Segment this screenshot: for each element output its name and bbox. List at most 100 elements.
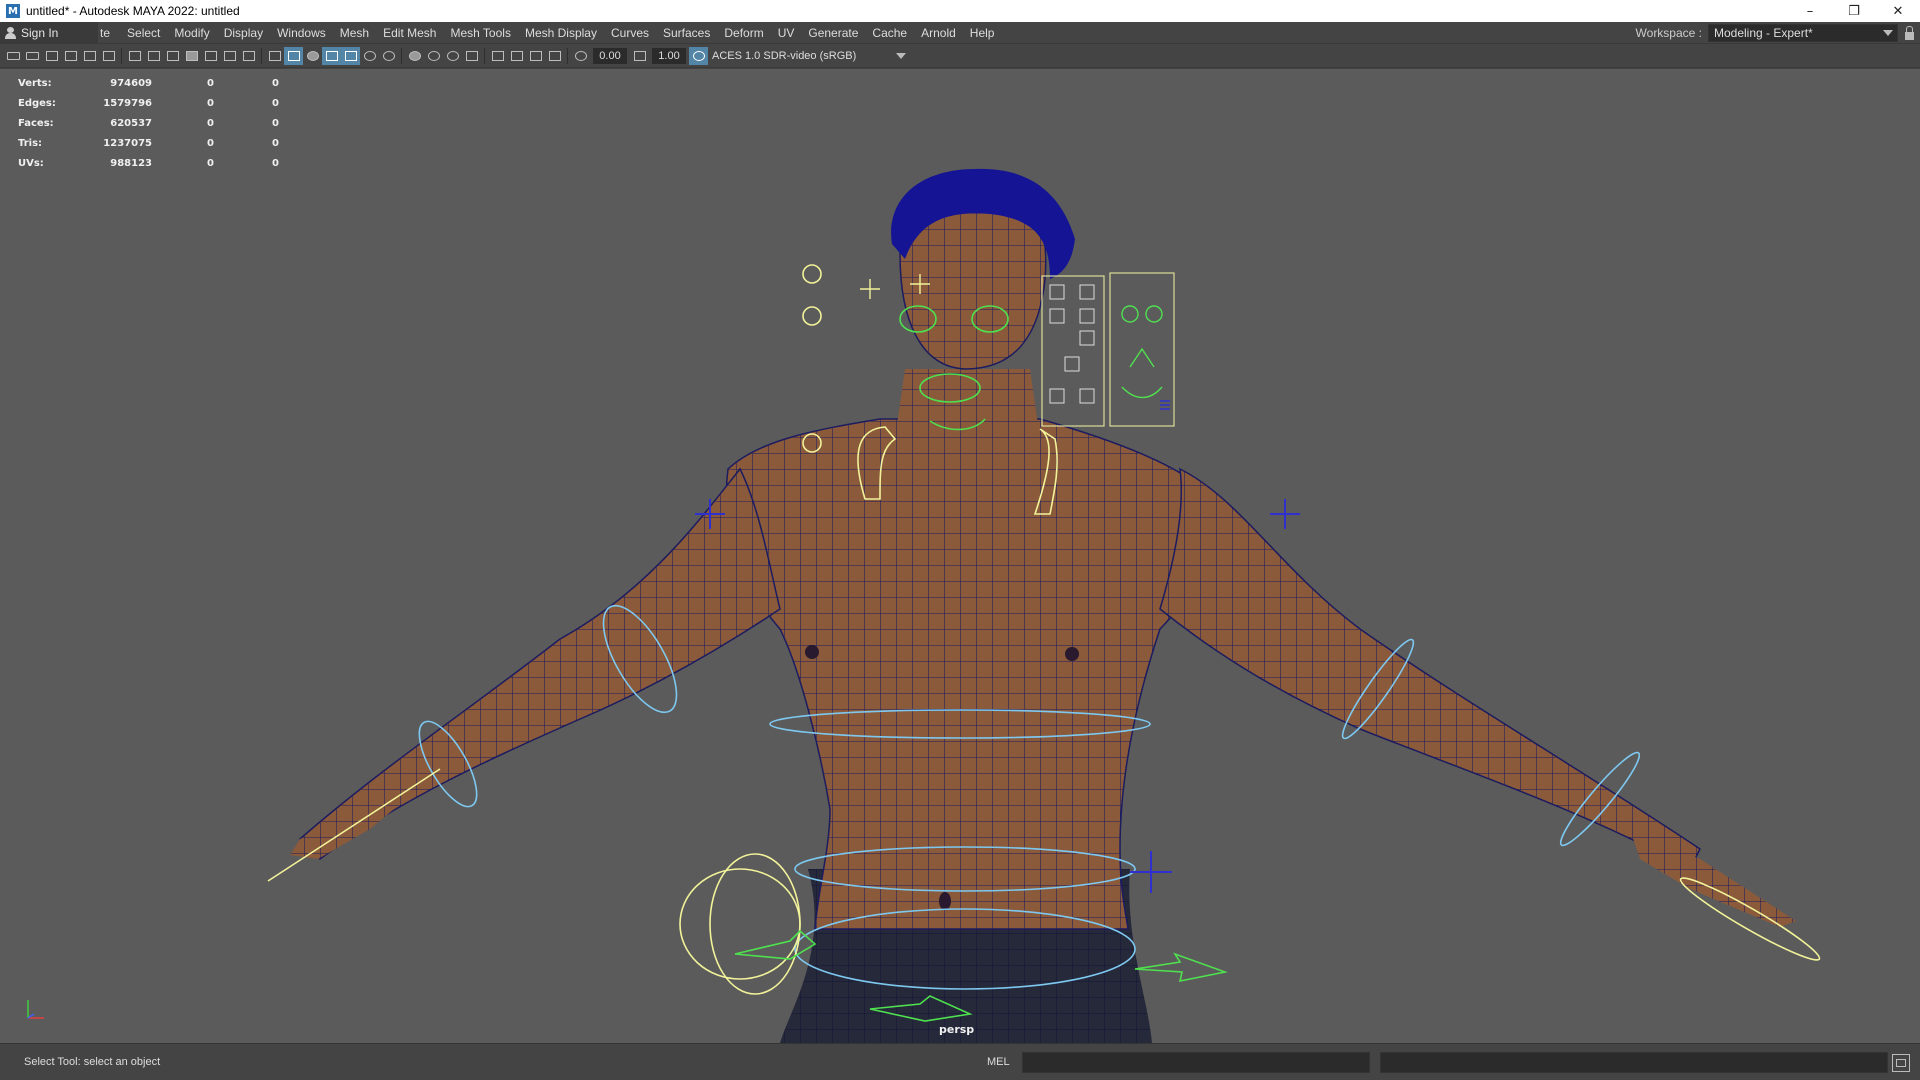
lock-icon [1904,25,1914,40]
workspace-dropdown[interactable]: Modeling - Expert* [1708,24,1898,42]
perspective-viewport[interactable]: Verts: 974609 0 0 Edges: 1579796 0 0 Fac… [0,69,1920,1043]
head-target-control[interactable] [802,306,822,326]
right-shoulder-locator[interactable] [1270,499,1300,529]
textured-button[interactable] [341,46,360,65]
default-material-button[interactable] [303,47,322,65]
hip-locator[interactable] [1130,851,1172,893]
motion-blur-button[interactable] [424,47,443,65]
menu-item-deform[interactable]: Deform [717,26,770,40]
safe-action-icon [223,50,236,61]
menu-item-uv[interactable]: UV [771,26,802,40]
screen-space-ao-button[interactable] [405,47,424,65]
xray-button[interactable] [507,47,526,65]
hud-selected-components: 0 [272,97,279,109]
color-management-button[interactable] [689,46,708,65]
menu-item-file-fragment[interactable]: te [98,26,120,40]
safe-title-button[interactable] [239,47,258,65]
hud-label: Tris: [18,137,43,149]
wireframe-on-shaded-button[interactable] [322,46,341,65]
menu-item-mesh-display[interactable]: Mesh Display [518,26,604,40]
workspace-value: Modeling - Expert* [1714,26,1813,40]
cog-control-a[interactable] [679,868,801,980]
menu-item-generate[interactable]: Generate [801,26,865,40]
left-arm-mesh[interactable] [298,467,781,860]
menu-item-windows[interactable]: Windows [270,26,333,40]
image-plane-button[interactable] [61,47,80,65]
eye-target-control[interactable] [802,264,822,284]
isolate-select-button[interactable] [488,47,507,65]
mel-language-toggle[interactable]: MEL [987,1056,1010,1068]
depth-of-field-button[interactable] [462,47,481,65]
film-gate-button[interactable] [144,47,163,65]
menu-item-select[interactable]: Select [120,26,167,40]
menu-item-surfaces[interactable]: Surfaces [656,26,717,40]
hud-value: 1579796 [103,97,152,109]
right-foot-arrow[interactable] [1134,952,1228,983]
menu-item-curves[interactable]: Curves [604,26,656,40]
script-editor-button[interactable] [1892,1054,1910,1072]
menu-item-help[interactable]: Help [963,26,1002,40]
hud-selected: 0 [207,117,214,129]
close-button[interactable]: ✕ [1876,0,1920,22]
bookmark-icon [45,50,58,61]
menu-item-mesh[interactable]: Mesh [333,26,376,40]
select-camera-button[interactable] [4,47,23,65]
xray-joints-button[interactable] [545,47,564,65]
torso-mesh[interactable] [725,418,1201,930]
cog-control-b[interactable] [709,853,801,995]
toolbar-divider [401,47,402,64]
gamma-button[interactable] [630,47,649,65]
menu-item-arnold[interactable]: Arnold [914,26,963,40]
use-all-lights-button[interactable] [360,47,379,65]
smooth-shade-button[interactable] [284,46,303,65]
right-arm-mesh[interactable] [1159,467,1701,871]
mel-command-input[interactable] [1022,1052,1370,1073]
2d-pan-zoom-button[interactable] [80,47,99,65]
shadows-button[interactable] [379,47,398,65]
pan-zoom-icon [83,50,96,61]
menu-item-edit-mesh[interactable]: Edit Mesh [376,26,443,40]
right-hand-mesh[interactable] [1630,829,1796,927]
hud-label: UVs: [18,157,44,169]
view-axis-icon [27,1000,44,1019]
menu-item-display[interactable]: Display [217,26,270,40]
wireframe-button[interactable] [265,47,284,65]
workspace-lock-button[interactable] [1898,22,1920,44]
anti-aliasing-button[interactable] [443,47,462,65]
hud-selected-components: 0 [272,77,279,89]
script-editor-icon [1896,1059,1906,1067]
minimize-button[interactable]: – [1788,0,1832,22]
view-transform-label[interactable]: ACES 1.0 SDR-video (sRGB) [712,50,894,62]
menu-item-mesh-tools[interactable]: Mesh Tools [443,26,517,40]
safe-action-button[interactable] [220,47,239,65]
left-foot-arrow[interactable] [734,929,817,960]
camera-attributes-button[interactable] [23,47,42,65]
camera-bookmark-button[interactable] [42,47,61,65]
resolution-gate-button[interactable] [163,47,182,65]
xray-active-button[interactable] [526,47,545,65]
gamma-field[interactable]: 1.00 [652,47,686,64]
hud-value: 974609 [110,77,152,89]
chevron-down-icon [896,52,906,59]
restore-button[interactable]: ❐ [1832,0,1876,22]
motion-blur-icon [427,50,440,61]
menu-item-cache[interactable]: Cache [865,26,914,40]
poly-count-hud: Verts: 974609 0 0 Edges: 1579796 0 0 Fac… [18,73,279,173]
grease-pencil-button[interactable] [99,47,118,65]
character-model[interactable] [0,69,1920,1043]
sign-in-button[interactable]: Sign In [0,21,98,44]
view-transform-dropdown[interactable] [894,48,908,64]
user-icon [5,26,16,39]
navel [939,892,951,910]
exposure-field[interactable]: 0.00 [593,47,627,64]
menu-item-modify[interactable]: Modify [167,26,216,40]
hud-row-verts: Verts: 974609 0 0 [18,73,279,93]
gate-mask-button[interactable] [182,47,201,65]
hud-label: Faces: [18,117,54,129]
face-picker-panel[interactable] [1041,272,1175,427]
field-chart-button[interactable] [201,47,220,65]
pencil-icon [102,50,115,61]
exposure-button[interactable] [571,47,590,65]
grid-toggle-button[interactable] [125,47,144,65]
left-hand-ik-line[interactable] [267,768,441,882]
